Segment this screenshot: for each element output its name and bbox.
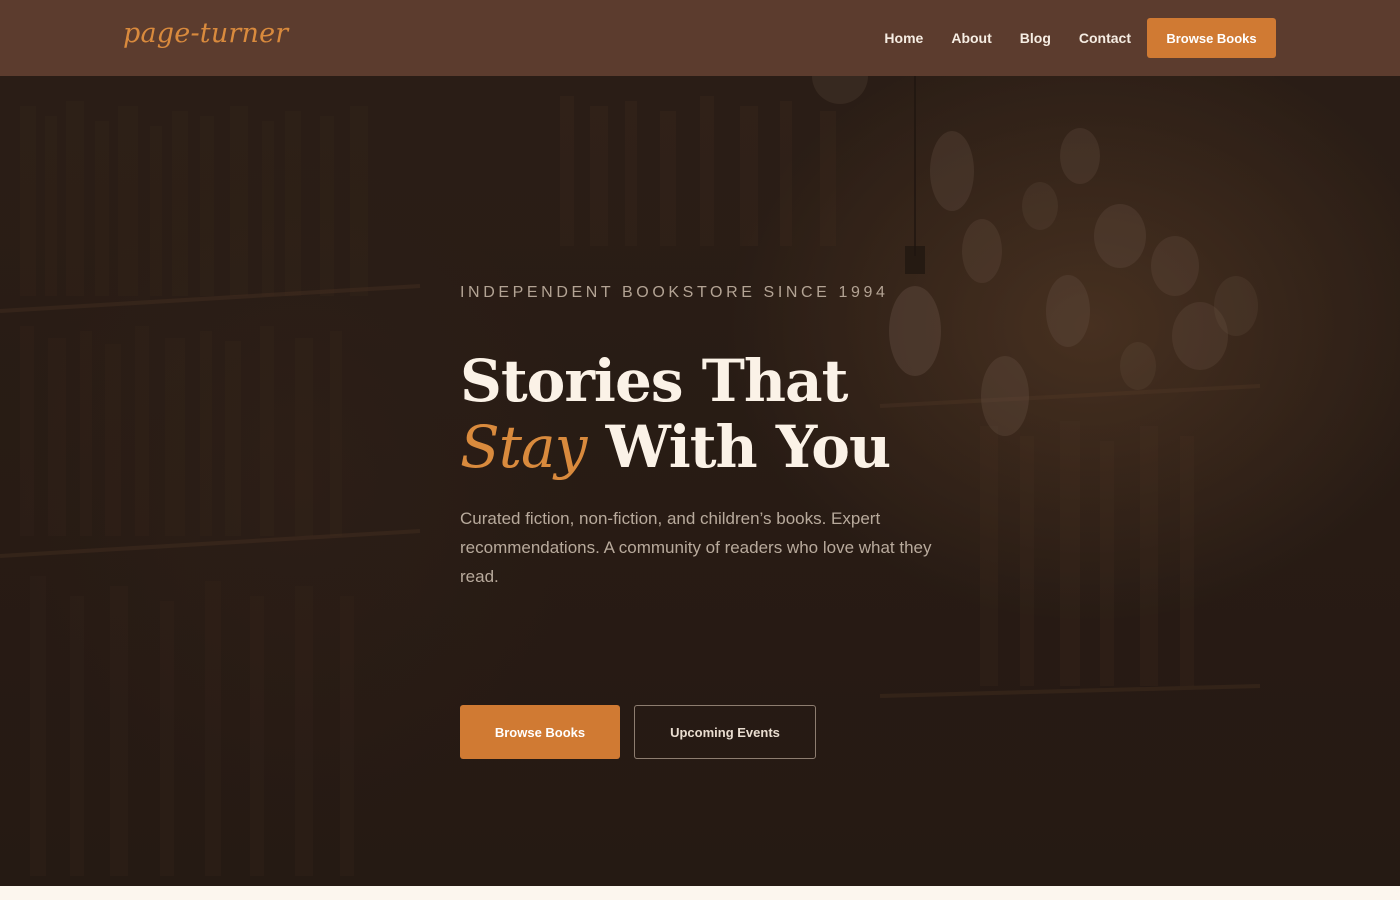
brand-logo[interactable]: page-turner <box>123 18 288 49</box>
hero-actions: Browse Books Upcoming Events <box>460 705 816 759</box>
hero-content: INDEPENDENT BOOKSTORE SINCE 1994 Stories… <box>460 284 980 759</box>
headline-line-1: Stories That <box>460 347 848 415</box>
nav-link-blog[interactable]: Blog <box>1020 30 1051 46</box>
hero-eyebrow: INDEPENDENT BOOKSTORE SINCE 1994 <box>460 284 889 301</box>
nav-link-home[interactable]: Home <box>884 30 923 46</box>
hero-section: INDEPENDENT BOOKSTORE SINCE 1994 Stories… <box>0 76 1400 886</box>
main-nav: Home About Blog Contact Browse Books <box>884 18 1276 58</box>
hero-browse-books-button[interactable]: Browse Books <box>460 705 620 759</box>
top-navbar: page-turner Home About Blog Contact Brow… <box>0 0 1400 76</box>
nav-browse-books-button[interactable]: Browse Books <box>1147 18 1276 58</box>
headline-accent-word: Stay <box>460 413 587 481</box>
next-section-edge <box>0 886 1400 900</box>
nav-link-contact[interactable]: Contact <box>1079 30 1131 46</box>
headline-line-2: With You <box>605 413 892 481</box>
nav-link-about[interactable]: About <box>951 30 991 46</box>
hero-upcoming-events-button[interactable]: Upcoming Events <box>634 705 816 759</box>
hero-headline: Stories That Stay With You <box>460 348 980 480</box>
hero-description: Curated fiction, non-fiction, and childr… <box>460 509 932 586</box>
